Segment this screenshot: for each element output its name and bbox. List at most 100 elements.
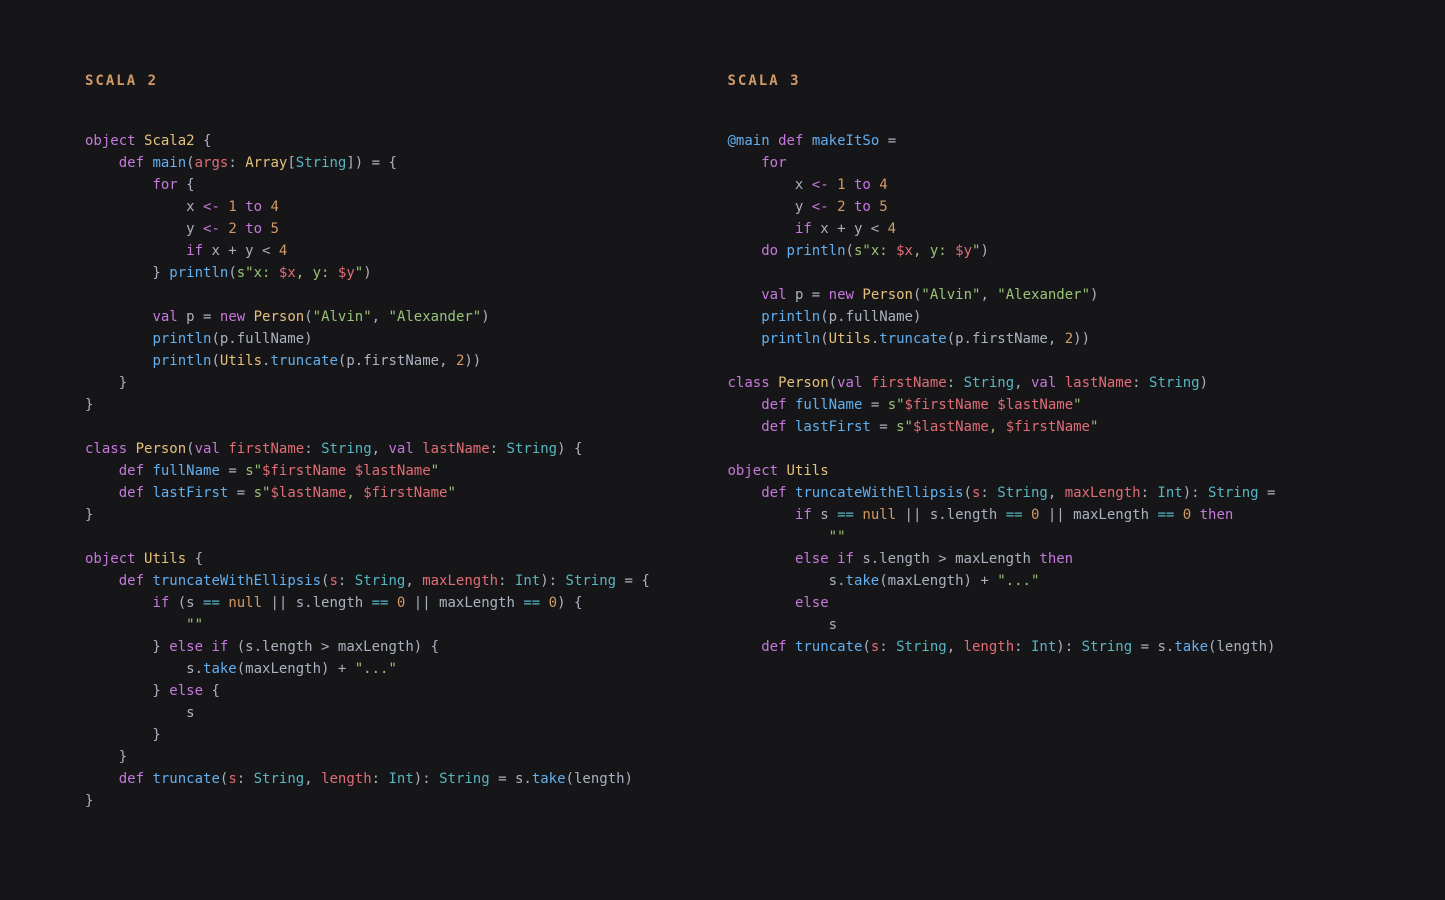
code-token: if — [795, 507, 812, 523]
code-token: : — [1141, 485, 1158, 501]
code-token: } — [85, 507, 93, 523]
code-token: : — [498, 573, 515, 589]
code-token: , y: — [296, 265, 338, 281]
code-token: Utils — [144, 551, 186, 567]
code-token: if — [186, 243, 203, 259]
code-token: String — [1082, 639, 1133, 655]
code-token — [728, 331, 762, 347]
code-token: truncate — [152, 771, 219, 787]
code-token: $x — [279, 265, 296, 281]
left-column: SCALA 2 object Scala2 { def main(args: A… — [85, 70, 718, 812]
code-token: "..." — [355, 661, 397, 677]
code-token: ) { — [557, 441, 582, 457]
code-token: } — [85, 639, 169, 655]
code-token: lastFirst — [152, 485, 228, 501]
code-token: ( — [304, 309, 312, 325]
code-token: { — [195, 133, 212, 149]
code-token: s" — [888, 397, 905, 413]
code-token: : — [879, 639, 896, 655]
code-token: 2 — [1065, 331, 1073, 347]
code-token: } — [85, 375, 127, 391]
code-token: main — [152, 155, 186, 171]
code-token: if — [795, 221, 812, 237]
code-token: to — [245, 199, 262, 215]
code-token: lastName — [1065, 375, 1132, 391]
scala3-code: @main def makeItSo = for x <- 1 to 4 y <… — [728, 130, 1361, 658]
code-token: Utils — [829, 331, 871, 347]
code-token: object — [85, 133, 136, 149]
code-token: "" — [186, 617, 203, 633]
code-token: x + y < — [203, 243, 279, 259]
code-token: String — [254, 771, 305, 787]
code-token: $y — [955, 243, 972, 259]
code-token: : — [304, 441, 321, 457]
code-token: def — [119, 485, 144, 501]
code-token: truncateWithEllipsis — [795, 485, 964, 501]
code-token: take — [203, 661, 237, 677]
code-token: s — [728, 617, 838, 633]
code-token: = s. — [1132, 639, 1174, 655]
code-token: || s.length — [896, 507, 1006, 523]
code-token: truncate — [795, 639, 862, 655]
code-token — [728, 639, 762, 655]
code-token — [85, 573, 119, 589]
code-token: def — [119, 463, 144, 479]
code-token: Utils — [787, 463, 829, 479]
code-token — [829, 199, 837, 215]
code-token: truncateWithEllipsis — [152, 573, 321, 589]
code-token: ): — [1183, 485, 1208, 501]
code-token: def — [119, 155, 144, 171]
code-token: fullName — [152, 463, 219, 479]
code-token: " — [1073, 397, 1081, 413]
code-token: = — [871, 419, 896, 435]
code-token: for — [152, 177, 177, 193]
code-token: s"x: — [854, 243, 896, 259]
code-token: : — [237, 771, 254, 787]
code-token: (length) — [1208, 639, 1275, 655]
code-token — [846, 199, 854, 215]
code-token — [846, 177, 854, 193]
code-token: ( — [820, 331, 828, 347]
code-token: y — [85, 221, 203, 237]
code-token: s" — [245, 463, 262, 479]
code-token: String — [507, 441, 558, 457]
code-token — [728, 287, 762, 303]
code-token — [787, 639, 795, 655]
code-token: , — [989, 419, 1006, 435]
code-token — [728, 397, 762, 413]
code-token: : — [372, 771, 389, 787]
code-token: = — [862, 397, 887, 413]
code-token: " — [1090, 419, 1098, 435]
code-token: == — [203, 595, 220, 611]
code-token: s — [228, 771, 236, 787]
code-token: maxLength — [422, 573, 498, 589]
code-token: ) — [481, 309, 489, 325]
code-token: p = — [787, 287, 829, 303]
code-token: = { — [616, 573, 650, 589]
code-token: 1 — [837, 177, 845, 193]
code-token: " — [447, 485, 455, 501]
code-token: " — [431, 463, 439, 479]
code-token: ( — [862, 639, 870, 655]
code-token — [803, 133, 811, 149]
code-token: } — [85, 749, 127, 765]
code-token: String — [439, 771, 490, 787]
left-heading: SCALA 2 — [85, 70, 718, 92]
code-token: val — [837, 375, 862, 391]
code-token: ): — [540, 573, 565, 589]
code-token — [346, 463, 354, 479]
code-token: args — [195, 155, 229, 171]
code-token — [136, 133, 144, 149]
code-token: $firstName — [262, 463, 346, 479]
code-token — [728, 551, 795, 567]
code-token: $firstName — [905, 397, 989, 413]
code-token: s — [812, 507, 837, 523]
code-token — [85, 595, 152, 611]
code-token: fullName — [795, 397, 862, 413]
code-token: || maxLength — [405, 595, 523, 611]
code-token: else — [169, 639, 203, 655]
code-token: { — [203, 683, 220, 699]
code-token: , y: — [913, 243, 955, 259]
code-token: (s.length > maxLength) { — [228, 639, 439, 655]
code-token — [85, 309, 152, 325]
